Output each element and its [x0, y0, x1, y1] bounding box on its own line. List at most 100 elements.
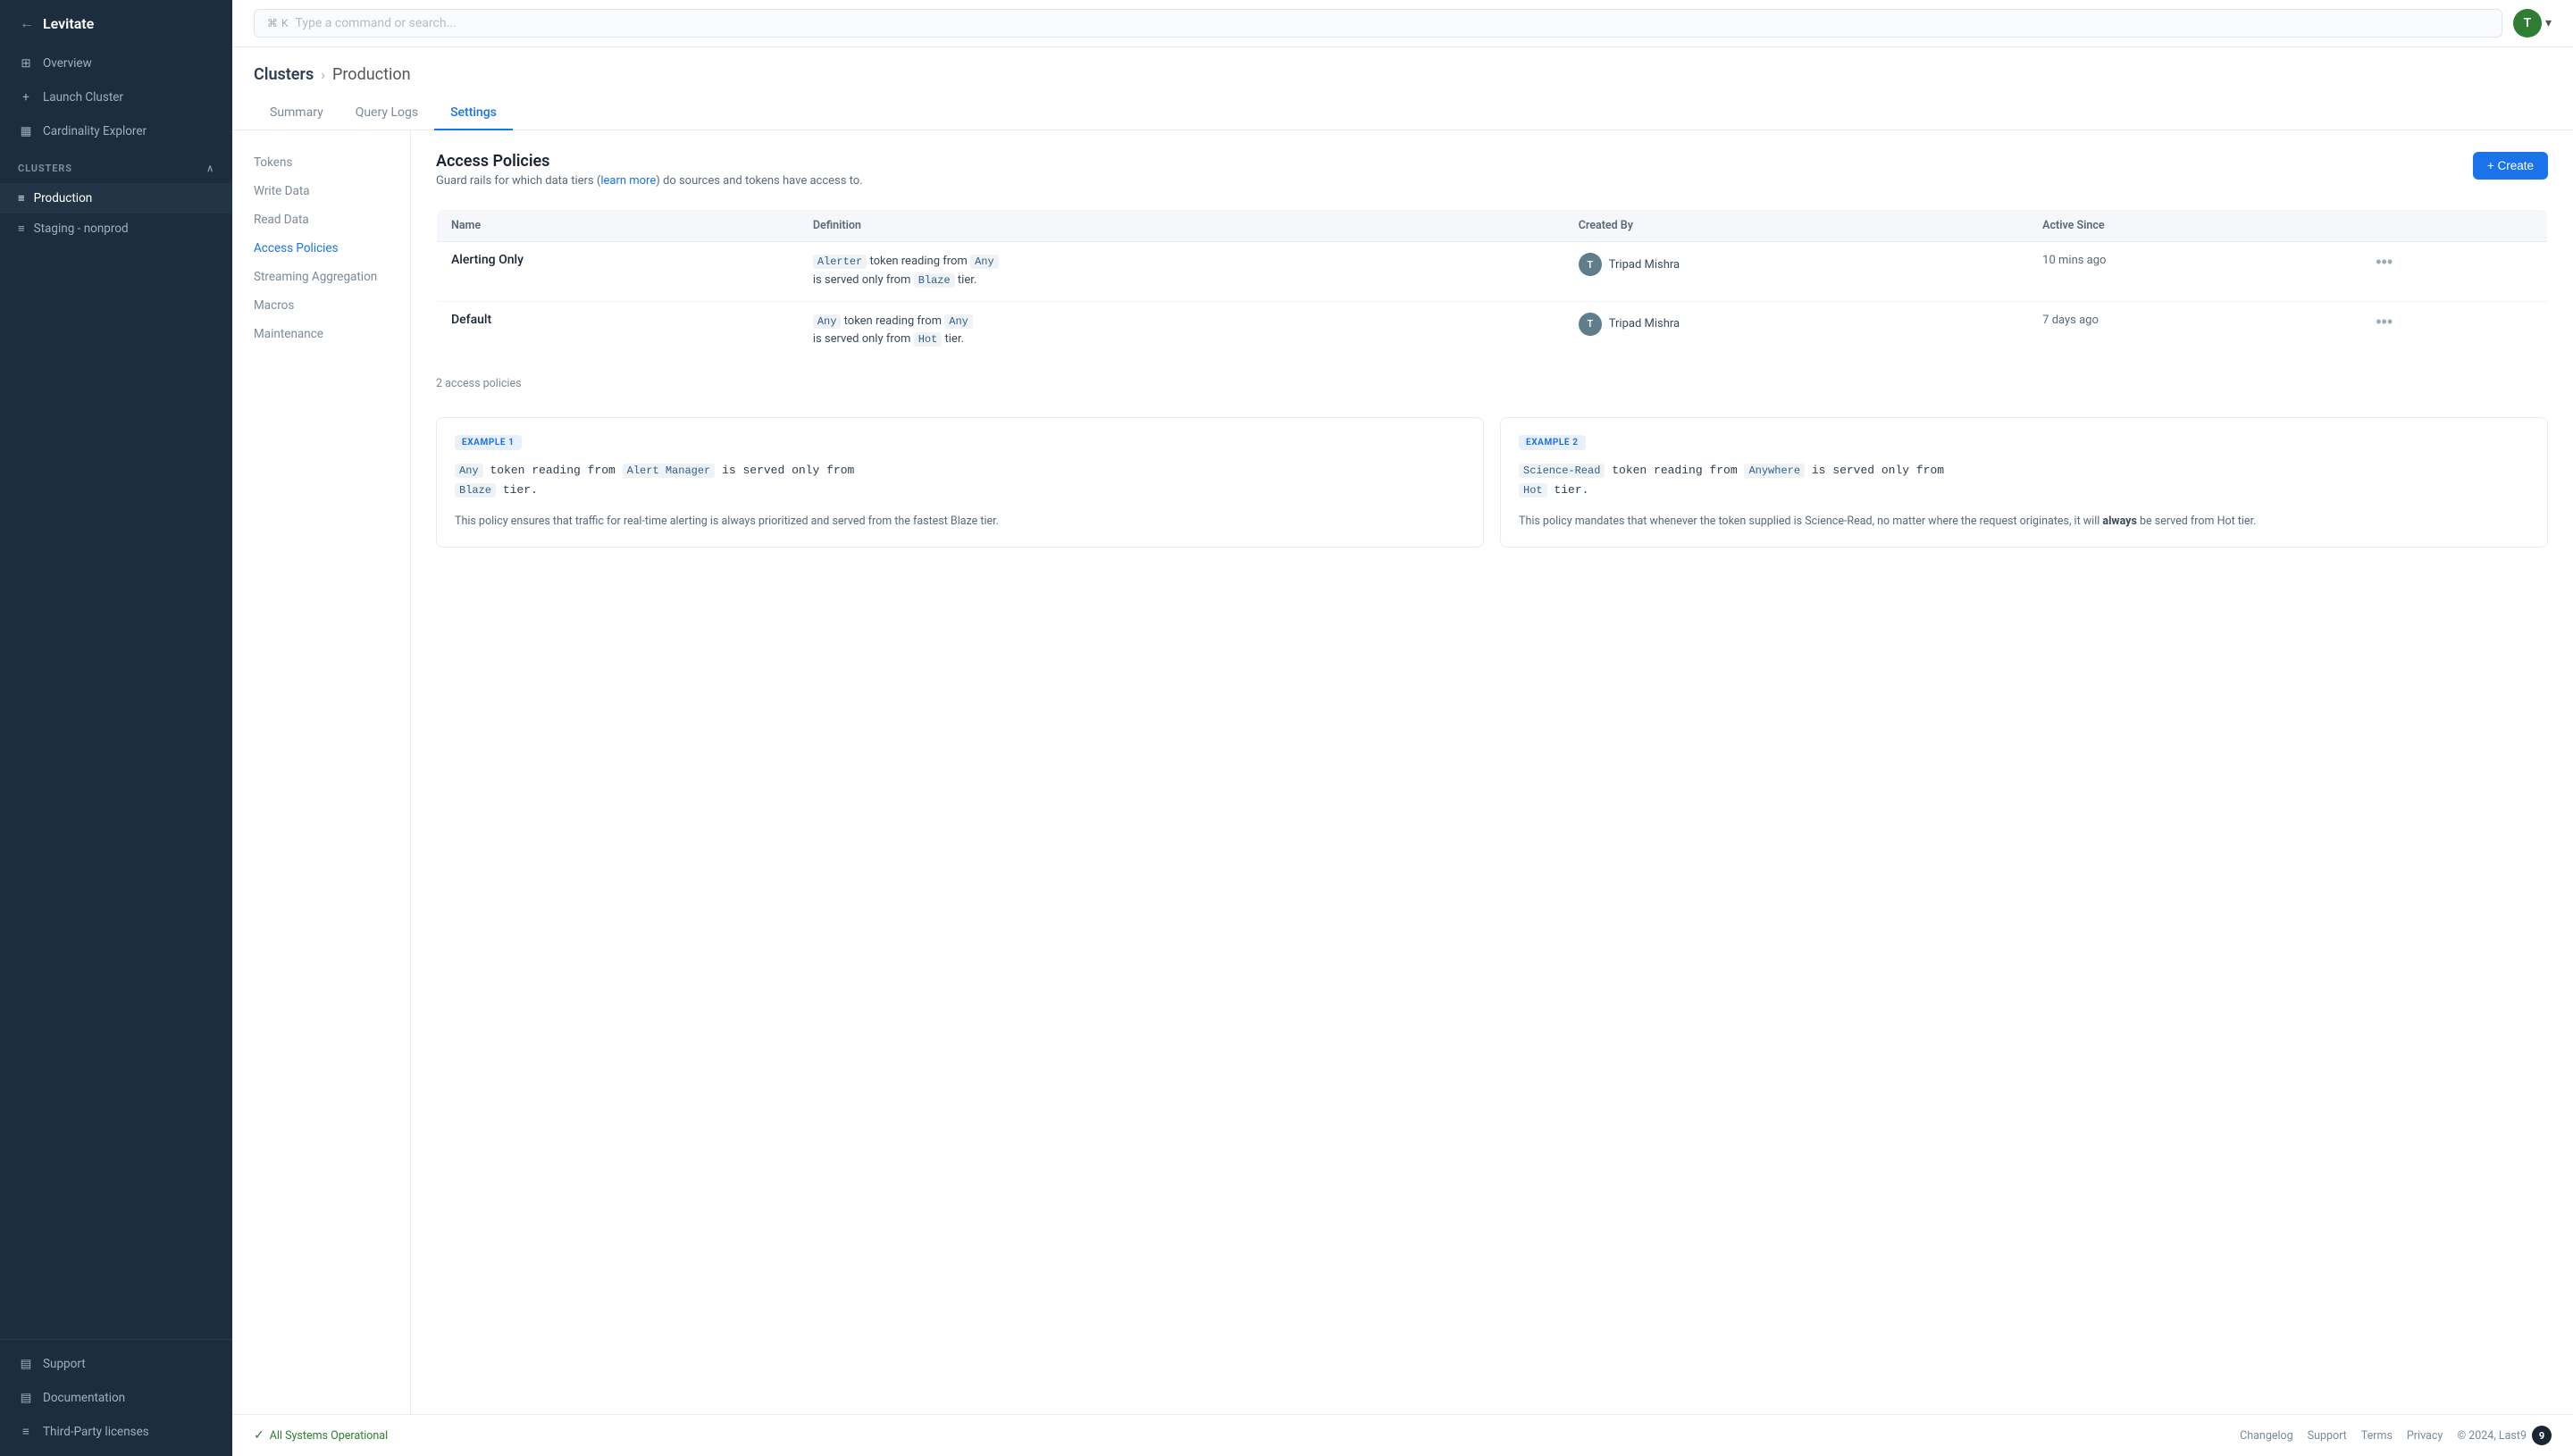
status-section: ✓ All Systems Operational — [254, 1428, 388, 1443]
example-badge-1: EXAMPLE 1 — [455, 435, 522, 450]
section-description: Guard rails for which data tiers (learn … — [436, 174, 863, 188]
example-card-1: EXAMPLE 1 Any token reading from Alert M… — [436, 417, 1484, 548]
back-icon[interactable]: ← — [18, 14, 36, 32]
settings-sidebar: Tokens Write Data Read Data Access Polic… — [232, 130, 411, 1414]
tab-summary[interactable]: Summary — [254, 96, 339, 130]
support-link[interactable]: Support — [2308, 1429, 2347, 1443]
settings-layout: Tokens Write Data Read Data Access Polic… — [232, 130, 2573, 1414]
terms-link[interactable]: Terms — [2361, 1429, 2393, 1443]
footer-logo: © 2024, Last9 9 — [2457, 1426, 2552, 1445]
example-policy-1: Any token reading from Alert Manager is … — [455, 461, 1465, 500]
sidebar-item-label: Documentation — [43, 1391, 125, 1405]
documentation-icon: ▤ — [18, 1390, 34, 1406]
example-card-2: EXAMPLE 2 Science-Read token reading fro… — [1500, 417, 2548, 548]
tabs: Summary Query Logs Settings — [254, 96, 2552, 130]
privacy-link[interactable]: Privacy — [2407, 1429, 2443, 1443]
topbar: ⌘ K Type a command or search... T ▾ — [232, 0, 2573, 47]
created-by: T Tripad Mishra — [1579, 313, 2014, 336]
plus-icon: + — [18, 89, 34, 105]
search-box[interactable]: ⌘ K Type a command or search... — [254, 9, 2502, 38]
list-icon: ≡ — [18, 191, 25, 205]
calendar-icon: ▦ — [18, 123, 34, 139]
changelog-link[interactable]: Changelog — [2240, 1429, 2293, 1443]
sidebar-item-label: Third-Party licenses — [43, 1425, 149, 1439]
search-kbd: ⌘ K — [267, 17, 289, 29]
user-avatar-dropdown[interactable]: T ▾ — [2513, 9, 2552, 38]
sidebar-item-overview[interactable]: ⊞ Overview — [0, 46, 232, 80]
sidebar-item-documentation[interactable]: ▤ Documentation — [0, 1381, 232, 1415]
settings-nav-write-data[interactable]: Write Data — [232, 177, 410, 205]
support-icon: ▤ — [18, 1356, 34, 1372]
sidebar: ← Levitate ⊞ Overview + Launch Cluster ▦… — [0, 0, 232, 1456]
col-name: Name — [437, 210, 799, 242]
policy-name: Alerting Only — [451, 253, 524, 267]
sidebar-item-launch-cluster[interactable]: + Launch Cluster — [0, 80, 232, 114]
more-options-button[interactable]: ••• — [2372, 253, 2396, 272]
section-title: Access Policies — [436, 152, 863, 171]
settings-nav-streaming-aggregation[interactable]: Streaming Aggregation — [232, 263, 410, 291]
policy-definition: Alerter token reading from Any is served… — [813, 253, 1550, 290]
sidebar-item-support[interactable]: ▤ Support — [0, 1347, 232, 1381]
sidebar-cluster-staging[interactable]: ≡ Staging - nonprod — [0, 213, 232, 244]
sidebar-item-label: Cardinality Explorer — [43, 124, 147, 138]
logo-badge: 9 — [2532, 1426, 2552, 1445]
sidebar-cluster-production[interactable]: ≡ Production — [0, 183, 232, 213]
settings-nav-access-policies[interactable]: Access Policies — [232, 234, 410, 263]
settings-nav-maintenance[interactable]: Maintenance — [232, 320, 410, 348]
user-avatar: T — [1579, 313, 1602, 336]
sidebar-item-label: Launch Cluster — [43, 90, 123, 105]
creator-name: Tripad Mishra — [1609, 258, 1680, 272]
tab-query-logs[interactable]: Query Logs — [339, 96, 434, 130]
creator-name: Tripad Mishra — [1609, 317, 1680, 331]
chevron-up-icon: ∧ — [206, 163, 214, 174]
examples-row: EXAMPLE 1 Any token reading from Alert M… — [436, 417, 2548, 548]
policy-definition: Any token reading from Any is served onl… — [813, 313, 1550, 350]
overview-icon: ⊞ — [18, 55, 34, 71]
table-footer: 2 access policies — [436, 370, 2548, 397]
sidebar-item-licenses[interactable]: ≡ Third-Party licenses — [0, 1415, 232, 1449]
avatar: T — [2513, 9, 2542, 38]
check-icon: ✓ — [254, 1428, 264, 1443]
col-actions — [2358, 210, 2547, 242]
active-since: 7 days ago — [2042, 314, 2099, 327]
tab-settings[interactable]: Settings — [434, 96, 513, 130]
settings-nav-tokens[interactable]: Tokens — [232, 148, 410, 177]
page-header: Clusters › Production Summary Query Logs… — [232, 47, 2573, 130]
breadcrumb-clusters[interactable]: Clusters — [254, 65, 314, 84]
learn-more-link[interactable]: learn more — [600, 174, 656, 188]
more-options-button[interactable]: ••• — [2372, 313, 2396, 331]
sidebar-item-label: Overview — [43, 56, 92, 71]
sidebar-item-cardinality[interactable]: ▦ Cardinality Explorer — [0, 114, 232, 148]
chevron-down-icon: ▾ — [2545, 16, 2552, 30]
col-definition: Definition — [799, 210, 1564, 242]
cluster-name: Production — [34, 191, 93, 205]
footer: ✓ All Systems Operational Changelog Supp… — [232, 1414, 2573, 1456]
col-active-since: Active Since — [2028, 210, 2358, 242]
settings-content-area: Access Policies Guard rails for which da… — [411, 130, 2573, 1414]
created-by: T Tripad Mishra — [1579, 253, 2014, 276]
table-row: Alerting Only Alerter token reading from… — [437, 242, 2548, 302]
sidebar-header[interactable]: ← Levitate — [0, 0, 232, 46]
table-row: Default Any token reading from Any is se… — [437, 301, 2548, 361]
status-text: All Systems Operational — [270, 1429, 388, 1443]
breadcrumb-separator: › — [321, 66, 325, 83]
settings-nav-macros[interactable]: Macros — [232, 291, 410, 320]
footer-links: Changelog Support Terms Privacy © 2024, … — [2240, 1426, 2552, 1445]
create-button[interactable]: + Create — [2473, 152, 2548, 180]
breadcrumb-current: Production — [332, 65, 411, 84]
example-badge-2: EXAMPLE 2 — [1519, 435, 1586, 450]
policies-table: Name Definition Created By Active Since … — [436, 209, 2548, 361]
search-placeholder: Type a command or search... — [296, 16, 457, 30]
list-icon: ≡ — [18, 222, 25, 236]
content-area: Clusters › Production Summary Query Logs… — [232, 47, 2573, 1414]
licenses-icon: ≡ — [18, 1424, 34, 1440]
settings-nav-read-data[interactable]: Read Data — [232, 205, 410, 234]
col-created-by: Created By — [1564, 210, 2028, 242]
breadcrumb: Clusters › Production — [254, 65, 2552, 84]
access-policies-header: Access Policies Guard rails for which da… — [436, 152, 2548, 204]
example-policy-2: Science-Read token reading from Anywhere… — [1519, 461, 2529, 500]
clusters-label: CLUSTERS — [18, 163, 72, 174]
example-desc-2: This policy mandates that whenever the t… — [1519, 513, 2529, 531]
user-avatar: T — [1579, 253, 1602, 276]
section-title-block: Access Policies Guard rails for which da… — [436, 152, 863, 204]
